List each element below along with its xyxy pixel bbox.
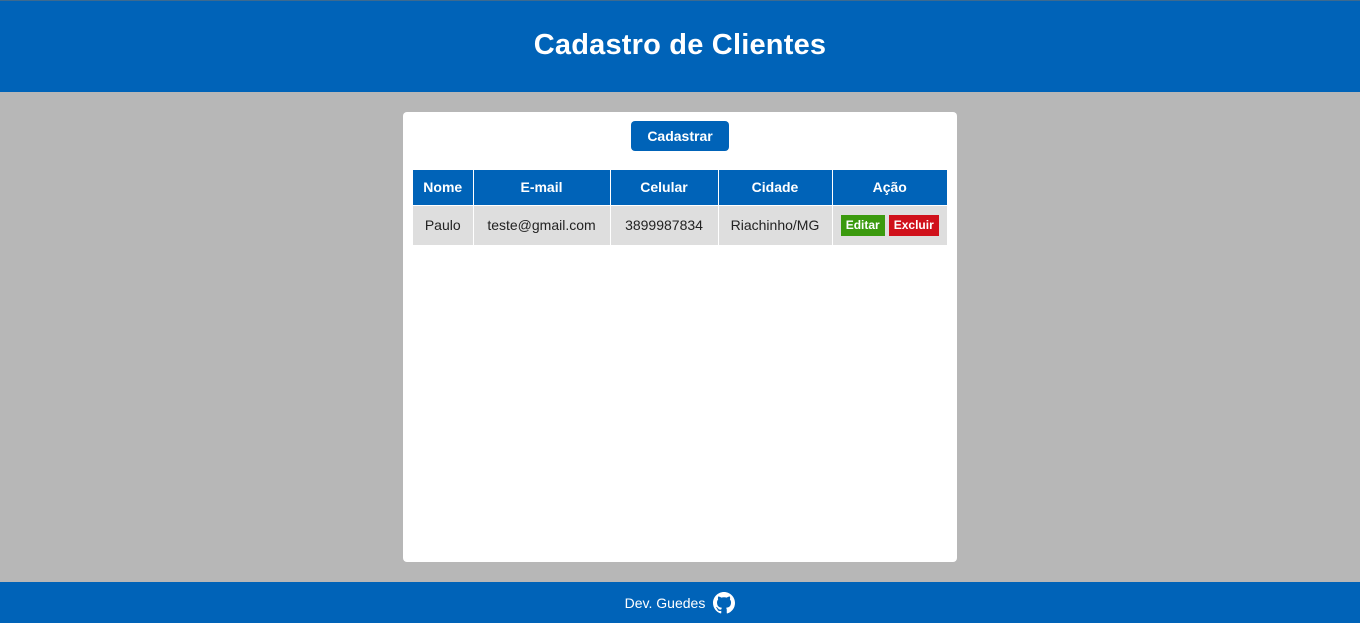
column-header-celular: Celular [610, 170, 719, 205]
footer-credit: Dev. Guedes [624, 594, 706, 611]
cell-cidade: Riachinho/MG [718, 204, 833, 245]
cell-email: teste@gmail.com [473, 204, 611, 245]
delete-button[interactable]: Excluir [888, 214, 939, 236]
cell-celular: 3899987834 [610, 204, 719, 245]
page-footer: Dev. Guedes [0, 582, 1360, 623]
column-header-nome: Nome [413, 170, 474, 205]
column-header-email: E-mail [473, 170, 611, 205]
clients-card: Cadastrar Nome E-mail Celular Cidade Açã… [403, 112, 957, 562]
page-title: Cadastro de Clientes [533, 29, 827, 61]
clients-table: Nome E-mail Celular Cidade Ação Paulo te… [413, 170, 947, 245]
register-button[interactable]: Cadastrar [631, 121, 729, 151]
github-icon[interactable] [713, 591, 736, 614]
cell-acao: Editar Excluir [832, 204, 948, 245]
cell-nome: Paulo [413, 204, 474, 245]
table-header-row: Nome E-mail Celular Cidade Ação [413, 170, 947, 205]
column-header-acao: Ação [832, 170, 947, 205]
edit-button[interactable]: Editar [840, 214, 885, 236]
row-actions: Editar Excluir [833, 214, 948, 236]
page-header: Cadastro de Clientes [0, 0, 1360, 92]
table-row: Paulo teste@gmail.com 3899987834 Riachin… [413, 204, 948, 245]
column-header-cidade: Cidade [718, 170, 833, 205]
